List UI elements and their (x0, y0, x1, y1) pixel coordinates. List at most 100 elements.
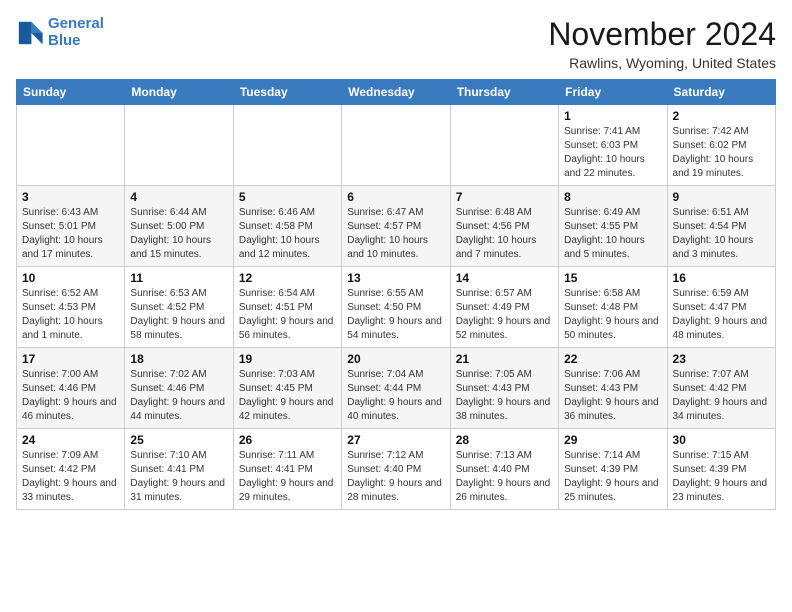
weekday-header-row: SundayMondayTuesdayWednesdayThursdayFrid… (17, 80, 776, 105)
day-info: Sunrise: 6:54 AM Sunset: 4:51 PM Dayligh… (239, 287, 336, 343)
day-number: 1 (564, 109, 661, 123)
day-info: Sunrise: 6:59 AM Sunset: 4:47 PM Dayligh… (673, 287, 770, 343)
day-info: Sunrise: 6:51 AM Sunset: 4:54 PM Dayligh… (673, 206, 770, 262)
calendar-cell: 10 Sunrise: 6:52 AM Sunset: 4:53 PM Dayli… (17, 267, 125, 348)
day-number: 25 (130, 433, 227, 447)
day-info: Sunrise: 7:07 AM Sunset: 4:42 PM Dayligh… (673, 368, 770, 424)
calendar-week-1: 1 Sunrise: 7:41 AM Sunset: 6:03 PM Daylig… (17, 105, 776, 186)
day-number: 5 (239, 190, 336, 204)
calendar-cell: 12 Sunrise: 6:54 AM Sunset: 4:51 PM Dayli… (233, 267, 341, 348)
day-number: 24 (22, 433, 119, 447)
weekday-monday: Monday (125, 80, 233, 105)
day-info: Sunrise: 6:46 AM Sunset: 4:58 PM Dayligh… (239, 206, 336, 262)
day-info: Sunrise: 7:14 AM Sunset: 4:39 PM Dayligh… (564, 449, 661, 505)
day-number: 4 (130, 190, 227, 204)
calendar-cell: 23 Sunrise: 7:07 AM Sunset: 4:42 PM Dayli… (667, 348, 775, 429)
calendar-cell: 28Sunrise: 7:13 AM Sunset: 4:40 PM Dayli… (450, 429, 558, 510)
calendar-cell (450, 105, 558, 186)
day-info: Sunrise: 7:41 AM Sunset: 6:03 PM Dayligh… (564, 125, 661, 181)
calendar-cell: 27 Sunrise: 7:12 AM Sunset: 4:40 PM Dayli… (342, 429, 450, 510)
page-header: General Blue November 2024 Rawlins, Wyom… (16, 16, 776, 71)
day-number: 26 (239, 433, 336, 447)
calendar-cell: 24Sunrise: 7:09 AM Sunset: 4:42 PM Dayli… (17, 429, 125, 510)
day-info: Sunrise: 6:57 AM Sunset: 4:49 PM Dayligh… (456, 287, 553, 343)
weekday-sunday: Sunday (17, 80, 125, 105)
day-info: Sunrise: 7:03 AM Sunset: 4:45 PM Dayligh… (239, 368, 336, 424)
calendar-cell: 29 Sunrise: 7:14 AM Sunset: 4:39 PM Dayli… (559, 429, 667, 510)
logo-icon (16, 19, 44, 47)
calendar-cell: 14 Sunrise: 6:57 AM Sunset: 4:49 PM Dayli… (450, 267, 558, 348)
day-number: 11 (130, 271, 227, 285)
day-info: Sunrise: 7:11 AM Sunset: 4:41 PM Dayligh… (239, 449, 336, 505)
month-title: November 2024 (548, 16, 776, 53)
calendar-cell (17, 105, 125, 186)
weekday-friday: Friday (559, 80, 667, 105)
calendar-cell: 5 Sunrise: 6:46 AM Sunset: 4:58 PM Daylig… (233, 186, 341, 267)
day-number: 27 (347, 433, 444, 447)
calendar-cell: 13 Sunrise: 6:55 AM Sunset: 4:50 PM Dayli… (342, 267, 450, 348)
day-info: Sunrise: 6:52 AM Sunset: 4:53 PM Dayligh… (22, 287, 119, 343)
calendar-cell: 20 Sunrise: 7:04 AM Sunset: 4:44 PM Dayli… (342, 348, 450, 429)
weekday-tuesday: Tuesday (233, 80, 341, 105)
calendar-cell: 30Sunrise: 7:15 AM Sunset: 4:39 PM Dayli… (667, 429, 775, 510)
day-info: Sunrise: 7:04 AM Sunset: 4:44 PM Dayligh… (347, 368, 444, 424)
calendar-cell: 3 Sunrise: 6:43 AM Sunset: 5:01 PM Daylig… (17, 186, 125, 267)
day-info: Sunrise: 7:06 AM Sunset: 4:43 PM Dayligh… (564, 368, 661, 424)
day-number: 29 (564, 433, 661, 447)
weekday-wednesday: Wednesday (342, 80, 450, 105)
day-info: Sunrise: 7:12 AM Sunset: 4:40 PM Dayligh… (347, 449, 444, 505)
calendar-week-5: 24Sunrise: 7:09 AM Sunset: 4:42 PM Dayli… (17, 429, 776, 510)
calendar-week-3: 10 Sunrise: 6:52 AM Sunset: 4:53 PM Dayli… (17, 267, 776, 348)
calendar-week-4: 17Sunrise: 7:00 AM Sunset: 4:46 PM Dayli… (17, 348, 776, 429)
day-info: Sunrise: 6:47 AM Sunset: 4:57 PM Dayligh… (347, 206, 444, 262)
weekday-thursday: Thursday (450, 80, 558, 105)
day-number: 14 (456, 271, 553, 285)
calendar-body: 1 Sunrise: 7:41 AM Sunset: 6:03 PM Daylig… (17, 105, 776, 510)
day-number: 12 (239, 271, 336, 285)
logo: General Blue (16, 16, 104, 49)
calendar-cell: 26 Sunrise: 7:11 AM Sunset: 4:41 PM Dayli… (233, 429, 341, 510)
day-number: 13 (347, 271, 444, 285)
day-number: 20 (347, 352, 444, 366)
title-block: November 2024 Rawlins, Wyoming, United S… (548, 16, 776, 71)
day-number: 21 (456, 352, 553, 366)
day-info: Sunrise: 7:10 AM Sunset: 4:41 PM Dayligh… (130, 449, 227, 505)
calendar-cell: 16 Sunrise: 6:59 AM Sunset: 4:47 PM Dayli… (667, 267, 775, 348)
day-info: Sunrise: 6:53 AM Sunset: 4:52 PM Dayligh… (130, 287, 227, 343)
day-info: Sunrise: 7:05 AM Sunset: 4:43 PM Dayligh… (456, 368, 553, 424)
day-info: Sunrise: 7:15 AM Sunset: 4:39 PM Dayligh… (673, 449, 770, 505)
calendar-week-2: 3 Sunrise: 6:43 AM Sunset: 5:01 PM Daylig… (17, 186, 776, 267)
calendar-cell: 25 Sunrise: 7:10 AM Sunset: 4:41 PM Dayli… (125, 429, 233, 510)
day-number: 9 (673, 190, 770, 204)
day-number: 2 (673, 109, 770, 123)
day-number: 23 (673, 352, 770, 366)
day-number: 3 (22, 190, 119, 204)
day-number: 7 (456, 190, 553, 204)
logo-text: General Blue (48, 16, 104, 49)
calendar-cell: 15Sunrise: 6:58 AM Sunset: 4:48 PM Dayli… (559, 267, 667, 348)
calendar-cell: 22 Sunrise: 7:06 AM Sunset: 4:43 PM Dayli… (559, 348, 667, 429)
calendar-cell (233, 105, 341, 186)
day-number: 6 (347, 190, 444, 204)
calendar-cell: 8Sunrise: 6:49 AM Sunset: 4:55 PM Daylig… (559, 186, 667, 267)
day-info: Sunrise: 6:48 AM Sunset: 4:56 PM Dayligh… (456, 206, 553, 262)
day-number: 10 (22, 271, 119, 285)
calendar-cell (125, 105, 233, 186)
calendar-table: SundayMondayTuesdayWednesdayThursdayFrid… (16, 79, 776, 510)
day-number: 18 (130, 352, 227, 366)
day-info: Sunrise: 7:42 AM Sunset: 6:02 PM Dayligh… (673, 125, 770, 181)
calendar-cell: 7 Sunrise: 6:48 AM Sunset: 4:56 PM Daylig… (450, 186, 558, 267)
day-number: 22 (564, 352, 661, 366)
day-info: Sunrise: 6:55 AM Sunset: 4:50 PM Dayligh… (347, 287, 444, 343)
calendar-cell: 18Sunrise: 7:02 AM Sunset: 4:46 PM Dayli… (125, 348, 233, 429)
day-info: Sunrise: 6:49 AM Sunset: 4:55 PM Dayligh… (564, 206, 661, 262)
day-number: 28 (456, 433, 553, 447)
day-info: Sunrise: 6:44 AM Sunset: 5:00 PM Dayligh… (130, 206, 227, 262)
day-number: 16 (673, 271, 770, 285)
calendar-cell: 21 Sunrise: 7:05 AM Sunset: 4:43 PM Dayli… (450, 348, 558, 429)
day-info: Sunrise: 6:43 AM Sunset: 5:01 PM Dayligh… (22, 206, 119, 262)
calendar-cell: 19Sunrise: 7:03 AM Sunset: 4:45 PM Dayli… (233, 348, 341, 429)
calendar-cell: 2 Sunrise: 7:42 AM Sunset: 6:02 PM Daylig… (667, 105, 775, 186)
day-number: 15 (564, 271, 661, 285)
calendar-cell: 9 Sunrise: 6:51 AM Sunset: 4:54 PM Daylig… (667, 186, 775, 267)
